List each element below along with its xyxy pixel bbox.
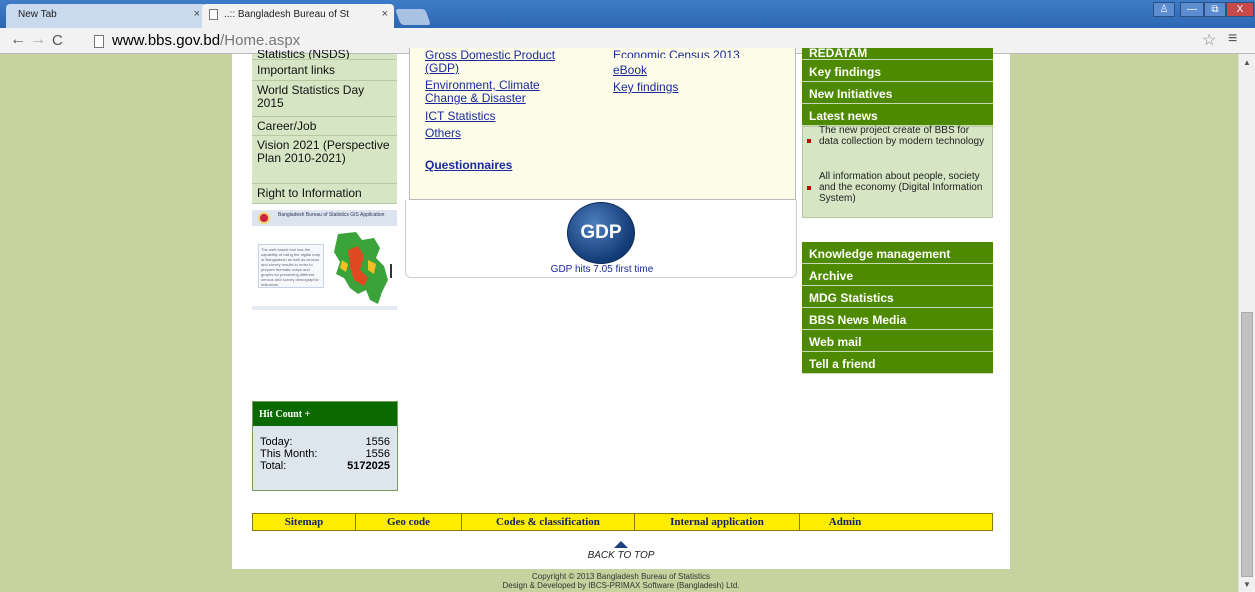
gis-banner-footer xyxy=(252,306,397,310)
new-tab-button[interactable] xyxy=(395,9,431,25)
close-window-button[interactable]: X xyxy=(1226,2,1254,17)
link-others[interactable]: Others xyxy=(425,127,461,140)
latest-news-box: The new project create of BBS for data c… xyxy=(802,125,993,218)
right-menu-item[interactable]: Knowledge management xyxy=(802,242,993,264)
right-menu-item[interactable]: Key findings xyxy=(802,60,993,82)
reload-icon[interactable]: C xyxy=(52,32,63,49)
right-menu-item[interactable]: BBS News Media xyxy=(802,308,993,330)
footer-link-codes[interactable]: Codes & classification xyxy=(462,514,635,530)
link-ict-statistics[interactable]: ICT Statistics xyxy=(425,110,495,123)
right-menu-item[interactable]: REDATAM xyxy=(802,48,993,60)
menu-icon[interactable]: ≡ xyxy=(1228,30,1237,48)
footer-link-admin[interactable]: Admin xyxy=(800,514,890,530)
back-arrow-icon[interactable]: ← xyxy=(10,31,26,49)
left-menu-item[interactable]: Statistics (NSDS) xyxy=(252,50,397,60)
url-host: www.bbs.gov.bd xyxy=(112,32,221,49)
hit-value: 5172025 xyxy=(347,460,390,472)
right-menu-item[interactable]: MDG Statistics xyxy=(802,286,993,308)
news-item[interactable]: The new project create of BBS for data c… xyxy=(807,125,991,165)
footer-link-internal[interactable]: Internal application xyxy=(635,514,800,530)
tab-new-tab[interactable]: New Tab × xyxy=(6,4,206,28)
right-menu-item[interactable]: Archive xyxy=(802,264,993,286)
right-menu-item[interactable]: Latest news xyxy=(802,104,993,126)
scroll-down-icon[interactable]: ▼ xyxy=(1243,580,1251,589)
hit-row-today: Today: 1556 xyxy=(260,436,390,448)
tab-bbs[interactable]: ..:: Bangladesh Bureau of St × xyxy=(202,4,394,28)
right-menu: REDATAM Key findings New Initiatives Lat… xyxy=(802,48,993,218)
gdp-badge[interactable]: GDP xyxy=(567,202,635,264)
footer-navigation: Sitemap Geo code Codes & classification … xyxy=(252,513,993,531)
gis-application-banner[interactable]: Bangladesh Bureau of Statistics GIS Appl… xyxy=(252,210,397,313)
right-menu-item[interactable]: Tell a friend xyxy=(802,352,993,374)
gdp-highlight: GDP GDP hits 7.05 first time xyxy=(405,200,797,278)
bookmark-star-icon[interactable]: ☆ xyxy=(1202,30,1216,50)
page-icon xyxy=(94,35,104,48)
user-icon[interactable]: ♙ xyxy=(1153,2,1175,17)
close-tab-icon[interactable]: × xyxy=(194,8,200,20)
copyright-footer: Copyright © 2013 Bangladesh Bureau of St… xyxy=(232,572,1010,590)
gis-banner-header: Bangladesh Bureau of Statistics GIS Appl… xyxy=(252,210,397,226)
right-menu-secondary: Knowledge management Archive MDG Statist… xyxy=(802,242,993,374)
forward-arrow-icon[interactable]: → xyxy=(30,31,46,49)
footer-link-sitemap[interactable]: Sitemap xyxy=(253,514,356,530)
footer-link-geo-code[interactable]: Geo code xyxy=(356,514,462,530)
page-icon xyxy=(209,9,218,20)
bbs-seal-icon xyxy=(258,212,270,224)
bangladesh-map-icon xyxy=(334,232,392,304)
link-questionnaires[interactable]: Questionnaires xyxy=(425,159,512,172)
news-item[interactable]: All information about people, society an… xyxy=(807,171,991,204)
news-text: The new project create of BBS for data c… xyxy=(819,125,985,147)
link-gdp[interactable]: Gross Domestic Product (GDP) xyxy=(425,49,585,75)
hit-label: Today: xyxy=(260,436,293,448)
hit-label: This Month: xyxy=(260,448,318,460)
bullet-icon xyxy=(807,139,811,143)
scroll-up-icon[interactable]: ▲ xyxy=(1243,58,1251,67)
bullet-icon xyxy=(807,186,811,190)
back-to-top-link[interactable]: BACK TO TOP xyxy=(232,541,1010,561)
scroll-thumb[interactable] xyxy=(1241,312,1253,577)
maximize-button[interactable]: ⧉ xyxy=(1204,2,1226,17)
link-environment[interactable]: Environment, Climate Change & Disaster xyxy=(425,79,565,105)
close-tab-icon[interactable]: × xyxy=(382,8,388,20)
right-menu-item[interactable]: Web mail xyxy=(802,330,993,352)
browser-titlebar: New Tab × ..:: Bangladesh Bureau of St ×… xyxy=(0,0,1255,28)
hit-row-month: This Month: 1556 xyxy=(260,448,390,460)
left-menu: Statistics (NSDS) Important links World … xyxy=(252,50,397,204)
tab-label: ..:: Bangladesh Bureau of St xyxy=(224,9,350,20)
news-text: All information about people, society an… xyxy=(819,171,983,204)
gis-banner-description: The web based tool has the capability of… xyxy=(258,244,324,288)
left-menu-item[interactable]: Important links xyxy=(252,60,397,81)
tab-label: New Tab xyxy=(18,9,57,20)
hit-count-box: Hit Count + Today: 1556 This Month: 1556… xyxy=(252,401,398,491)
hit-row-total: Total: 5172025 xyxy=(260,460,390,472)
url-path: /Home.aspx xyxy=(220,32,301,49)
left-menu-item[interactable]: World Statistics Day 2015 xyxy=(252,81,397,117)
left-menu-item[interactable]: Vision 2021 (Perspective Plan 2010-2021) xyxy=(252,136,397,184)
left-menu-item[interactable]: Right to Information xyxy=(252,184,397,204)
developer-text: Design & Developed by IBCS-PRIMAX Softwa… xyxy=(502,581,740,590)
hit-value: 1556 xyxy=(365,436,390,448)
gis-banner-title: Bangladesh Bureau of Statistics GIS Appl… xyxy=(278,212,385,218)
page-content: Statistics (NSDS) Important links World … xyxy=(232,48,1010,569)
vertical-scrollbar[interactable]: ▲ ▼ xyxy=(1238,54,1255,592)
hit-value: 1556 xyxy=(365,448,390,460)
link-economic-census[interactable]: Economic Census 2013 xyxy=(613,49,773,58)
right-menu-item[interactable]: New Initiatives xyxy=(802,82,993,104)
hit-count-title[interactable]: Hit Count + xyxy=(253,402,397,426)
statistics-links-panel: Gross Domestic Product (GDP) Environment… xyxy=(409,48,796,200)
minimize-button[interactable]: — xyxy=(1180,2,1204,17)
gdp-caption[interactable]: GDP hits 7.05 first time xyxy=(406,264,798,275)
back-to-top-label: BACK TO TOP xyxy=(587,550,655,561)
left-menu-item[interactable]: Career/Job xyxy=(252,117,397,136)
hit-label: Total: xyxy=(260,460,287,472)
copyright-text: Copyright © 2013 Bangladesh Bureau of St… xyxy=(532,572,710,581)
link-key-findings[interactable]: Key findings xyxy=(613,81,678,94)
link-ebook[interactable]: eBook xyxy=(613,64,647,77)
up-arrow-icon xyxy=(614,541,628,548)
